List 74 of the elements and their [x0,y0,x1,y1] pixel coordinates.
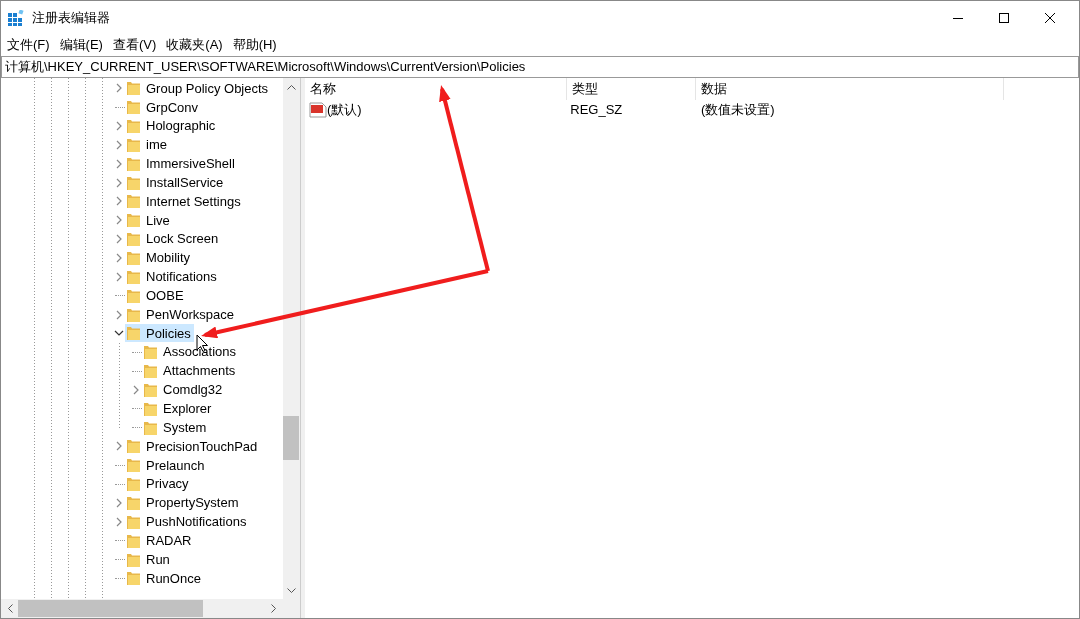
folder-icon [127,269,140,284]
folder-icon [144,420,157,435]
folder-icon [144,345,157,360]
tree-item[interactable]: Live [125,211,173,230]
column-header[interactable]: 名称 [305,78,567,100]
folder-icon [127,552,140,567]
address-field[interactable]: 计算机\HKEY_CURRENT_USER\SOFTWARE\Microsoft\Windows\CurrentVersion\Policies [1,56,1079,78]
folder-icon [144,364,157,379]
tree-item[interactable]: PushNotifications [125,512,250,531]
folder-icon [127,533,140,548]
folder-icon [127,251,140,265]
tree-item[interactable]: Policies [125,324,194,343]
tree-item[interactable]: InstallService [125,173,227,192]
tree-item[interactable]: Group Policy Objects [125,79,272,98]
folder-icon [127,458,140,473]
tree-item[interactable]: ime [125,135,170,154]
folder-icon [127,100,140,115]
column-header[interactable]: 数据 [696,78,1004,100]
tree-item[interactable]: PrecisionTouchPad [125,437,261,456]
tree-item[interactable]: RADAR [125,531,195,550]
tree-item[interactable]: PenWorkspace [125,305,237,324]
tree-item[interactable]: RunOnce [125,569,204,588]
app-icon [7,9,24,26]
folder-icon [127,326,140,341]
folder-icon [127,496,140,510]
menu-item[interactable]: 收藏夹(A) [162,34,229,55]
tree-item[interactable]: Explorer [142,399,215,418]
table-cell-text: REG_SZ [569,101,624,120]
tree-item[interactable]: Holographic [125,117,219,136]
folder-icon [127,194,140,209]
folder-icon [127,514,140,529]
scrollbar-thumb[interactable] [283,416,299,460]
folder-icon [127,288,140,303]
folder-icon [144,401,157,416]
folder-icon [127,81,140,96]
table-cell-text: (默认) [327,101,362,120]
tree-item[interactable]: ImmersiveShell [125,154,238,173]
folder-icon [127,156,140,171]
folder-icon [127,119,140,134]
maximize-icon [998,12,1009,23]
tree-item[interactable]: Mobility [125,249,194,267]
tree-item[interactable]: Lock Screen [125,230,222,249]
tree-item[interactable]: Run [125,550,173,569]
tree-item[interactable]: Internet Settings [125,192,244,211]
tree-item[interactable]: Associations [142,343,239,362]
window-title: 注册表编辑器 [31,8,110,27]
vertical-scrollbar[interactable] [283,78,300,599]
tree-item[interactable]: OOBE [125,286,187,305]
tree-item[interactable]: Prelaunch [125,456,208,475]
menu-item[interactable]: 查看(V) [108,34,163,55]
folder-icon [127,439,140,454]
folder-icon [127,175,140,190]
tree-item[interactable]: System [142,418,210,437]
tree-item[interactable]: Notifications [125,267,220,286]
string-value-icon [309,102,327,118]
column-header[interactable]: 类型 [567,78,696,100]
menu-item[interactable]: 编辑(E) [55,34,109,55]
tree-item[interactable]: Comdlg32 [142,380,226,399]
scrollbar-thumb[interactable] [18,600,203,617]
folder-icon [127,307,140,322]
folder-icon [127,571,140,586]
tree-item[interactable]: GrpConv [125,98,202,117]
menu-item[interactable]: 帮助(H) [228,34,283,55]
menu-item[interactable]: 文件(F) [3,34,56,55]
close-icon [1044,12,1055,23]
folder-icon [127,232,140,247]
folder-icon [127,137,140,152]
folder-icon [127,213,140,228]
table-cell-text: (数值未设置) [700,101,775,120]
tree-item[interactable]: PropertySystem [125,494,242,512]
folder-icon [144,382,157,397]
tree-item[interactable]: Attachments [142,362,239,381]
tree-item[interactable]: Privacy [125,475,192,494]
folder-icon [127,477,140,492]
